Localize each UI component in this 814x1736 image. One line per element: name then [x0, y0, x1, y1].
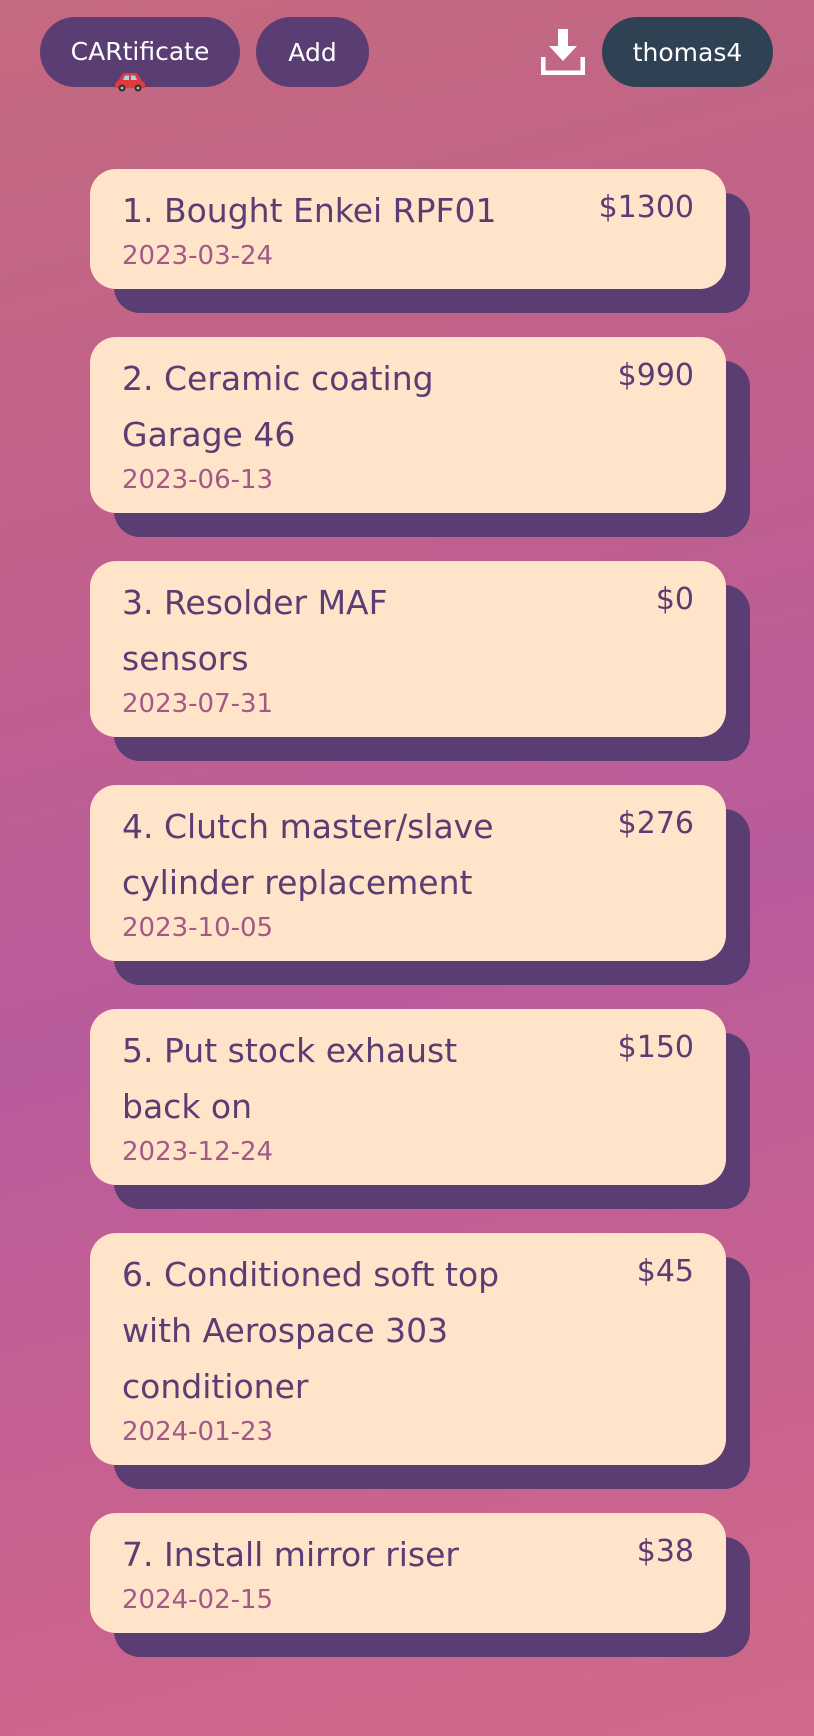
- log-entry-card[interactable]: 2. Ceramic coating Garage 46 2023-06-13 …: [90, 337, 750, 537]
- card-body: 6. Conditioned soft top with Aerospace 3…: [90, 1233, 726, 1465]
- entry-date: 2023-10-05: [122, 913, 274, 943]
- entry-title: 6. Conditioned soft top with Aerospace 3…: [122, 1255, 500, 1406]
- card-body: 4. Clutch master/slave cylinder replacem…: [90, 785, 726, 961]
- entry-price: $38: [636, 1534, 694, 1569]
- entry-date: 2024-01-23: [122, 1417, 274, 1447]
- card-body: 3. Resolder MAF sensors 2023-07-31 $0: [90, 561, 726, 737]
- entry-price: $1300: [598, 190, 694, 225]
- maintenance-log-list: 1. Bought Enkei RPF01 2023-03-24 $1300 2…: [90, 169, 750, 1681]
- entry-date: 2023-03-24: [122, 241, 274, 271]
- brand-button[interactable]: CARtificate: [40, 17, 240, 92]
- log-entry-card[interactable]: 6. Conditioned soft top with Aerospace 3…: [90, 1233, 750, 1489]
- log-entry-card[interactable]: 1. Bought Enkei RPF01 2023-03-24 $1300: [90, 169, 750, 313]
- card-body: 7. Install mirror riser 2024-02-15 $38: [90, 1513, 726, 1633]
- download-icon[interactable]: [540, 29, 586, 76]
- log-entry-card[interactable]: 3. Resolder MAF sensors 2023-07-31 $0: [90, 561, 750, 761]
- entry-price: $276: [617, 806, 694, 841]
- entry-title: 5. Put stock exhaust back on: [122, 1031, 458, 1126]
- car-icon: [114, 69, 146, 92]
- log-entry-card[interactable]: 7. Install mirror riser 2024-02-15 $38: [90, 1513, 750, 1657]
- entry-price: $990: [617, 358, 694, 393]
- card-body: 2. Ceramic coating Garage 46 2023-06-13 …: [90, 337, 726, 513]
- entry-title: 3. Resolder MAF sensors: [122, 583, 388, 678]
- add-button[interactable]: Add: [256, 17, 369, 87]
- username-label: thomas4: [632, 37, 743, 67]
- entry-date: 2023-12-24: [122, 1137, 274, 1167]
- card-body: 5. Put stock exhaust back on 2023-12-24 …: [90, 1009, 726, 1185]
- entry-title: 7. Install mirror riser: [122, 1535, 459, 1574]
- user-menu-button[interactable]: thomas4: [602, 17, 773, 87]
- entry-title: 2. Ceramic coating Garage 46: [122, 359, 434, 454]
- brand-label: CARtificate: [70, 36, 210, 66]
- log-entry-card[interactable]: 5. Put stock exhaust back on 2023-12-24 …: [90, 1009, 750, 1209]
- entry-date: 2023-07-31: [122, 689, 274, 719]
- entry-date: 2023-06-13: [122, 465, 274, 495]
- entry-title: 4. Clutch master/slave cylinder replacem…: [122, 807, 494, 902]
- entry-price: $150: [617, 1030, 694, 1065]
- entry-date: 2024-02-15: [122, 1585, 274, 1615]
- add-button-label: Add: [288, 37, 337, 67]
- entry-price: $0: [655, 582, 694, 617]
- log-entry-card[interactable]: 4. Clutch master/slave cylinder replacem…: [90, 785, 750, 985]
- card-body: 1. Bought Enkei RPF01 2023-03-24 $1300: [90, 169, 726, 289]
- top-bar: CARtificate Add thomas4: [0, 0, 814, 104]
- entry-title: 1. Bought Enkei RPF01: [122, 191, 497, 230]
- entry-price: $45: [636, 1254, 694, 1289]
